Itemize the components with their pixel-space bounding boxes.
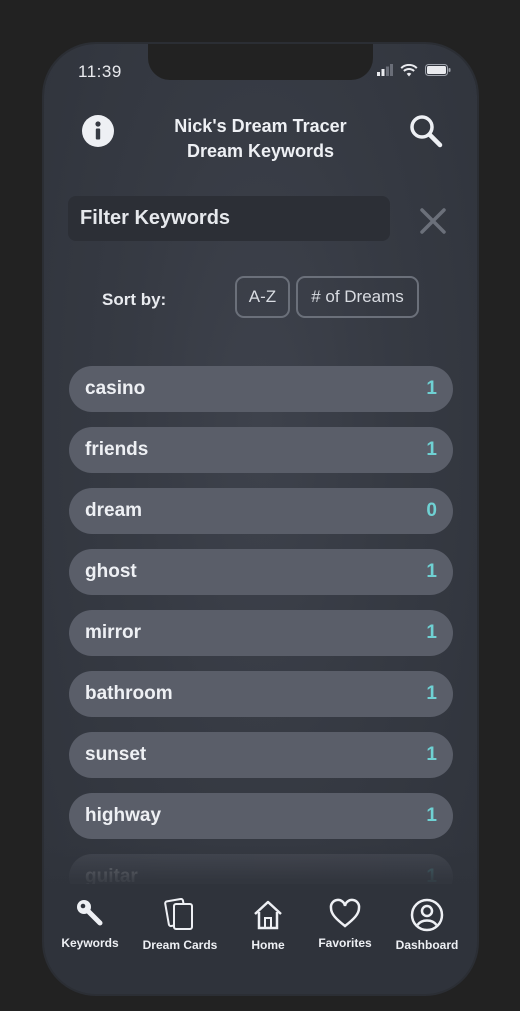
keyword-item-dream[interactable]: dream 0 xyxy=(69,488,453,534)
phone-screen: 11:39 Nick's Dream Tracer Dream Keywords xyxy=(44,44,477,994)
home-icon xyxy=(254,900,282,930)
keyword-label: mirror xyxy=(85,622,141,643)
tab-dashboard[interactable]: Dashboard xyxy=(394,898,460,952)
keyword-label: ghost xyxy=(85,561,137,582)
sort-label: Sort by: xyxy=(102,290,167,309)
key-icon xyxy=(77,900,103,926)
keyword-label: sunset xyxy=(85,744,147,765)
status-time: 11:39 xyxy=(78,62,122,81)
tab-keywords[interactable]: Keywords xyxy=(61,898,119,950)
cards-icon xyxy=(164,898,193,930)
keyword-count: 1 xyxy=(426,744,437,765)
keyword-item-bathroom[interactable]: bathroom 1 xyxy=(69,671,453,717)
sort-az-button[interactable]: A-Z xyxy=(235,276,290,318)
keyword-item-ghost[interactable]: ghost 1 xyxy=(69,549,453,595)
close-icon xyxy=(420,208,446,234)
battery-icon xyxy=(425,64,451,76)
tab-label: Dream Cards xyxy=(142,938,218,952)
keyword-label: casino xyxy=(85,378,146,399)
tab-label: Home xyxy=(251,938,285,952)
filter-placeholder: Filter Keywords xyxy=(80,207,231,229)
keyword-count: 1 xyxy=(426,378,437,399)
tab-favorites[interactable]: Favorites xyxy=(316,898,374,950)
tab-label: Keywords xyxy=(61,936,119,950)
heart-icon xyxy=(329,898,361,928)
search-button[interactable] xyxy=(407,112,445,150)
filter-keywords-input[interactable]: Filter Keywords xyxy=(68,196,390,241)
user-icon xyxy=(410,898,444,932)
wifi-icon xyxy=(400,63,418,76)
keyword-count: 1 xyxy=(426,805,437,826)
tab-label: Dashboard xyxy=(395,938,459,952)
keyword-item-friends[interactable]: friends 1 xyxy=(69,427,453,473)
keyword-label: friends xyxy=(85,439,149,460)
keyword-item-highway[interactable]: highway 1 xyxy=(69,793,453,839)
keyword-item-mirror[interactable]: mirror 1 xyxy=(69,610,453,656)
keyword-label: dream xyxy=(85,500,143,521)
status-icons xyxy=(377,62,451,78)
keyword-label: highway xyxy=(85,805,162,826)
keyword-count: 1 xyxy=(426,439,437,460)
clear-filter-button[interactable] xyxy=(418,206,448,236)
sort-count-button[interactable]: # of Dreams xyxy=(296,276,419,318)
keyword-count: 1 xyxy=(426,561,437,582)
search-icon xyxy=(410,115,443,148)
notch xyxy=(148,44,373,80)
keyword-count: 1 xyxy=(426,683,437,704)
keyword-item-casino[interactable]: casino 1 xyxy=(69,366,453,412)
keyword-item-sunset[interactable]: sunset 1 xyxy=(69,732,453,778)
signal-icon xyxy=(377,64,393,76)
keyword-count: 1 xyxy=(426,622,437,643)
tab-label: Favorites xyxy=(318,936,372,950)
tab-bar: Keywords Dream Cards Home Favorites Dash… xyxy=(44,884,477,994)
keyword-count: 0 xyxy=(426,500,437,521)
tab-dream-cards[interactable]: Dream Cards xyxy=(140,898,220,952)
keyword-label: bathroom xyxy=(85,683,173,704)
tab-home[interactable]: Home xyxy=(244,898,292,952)
